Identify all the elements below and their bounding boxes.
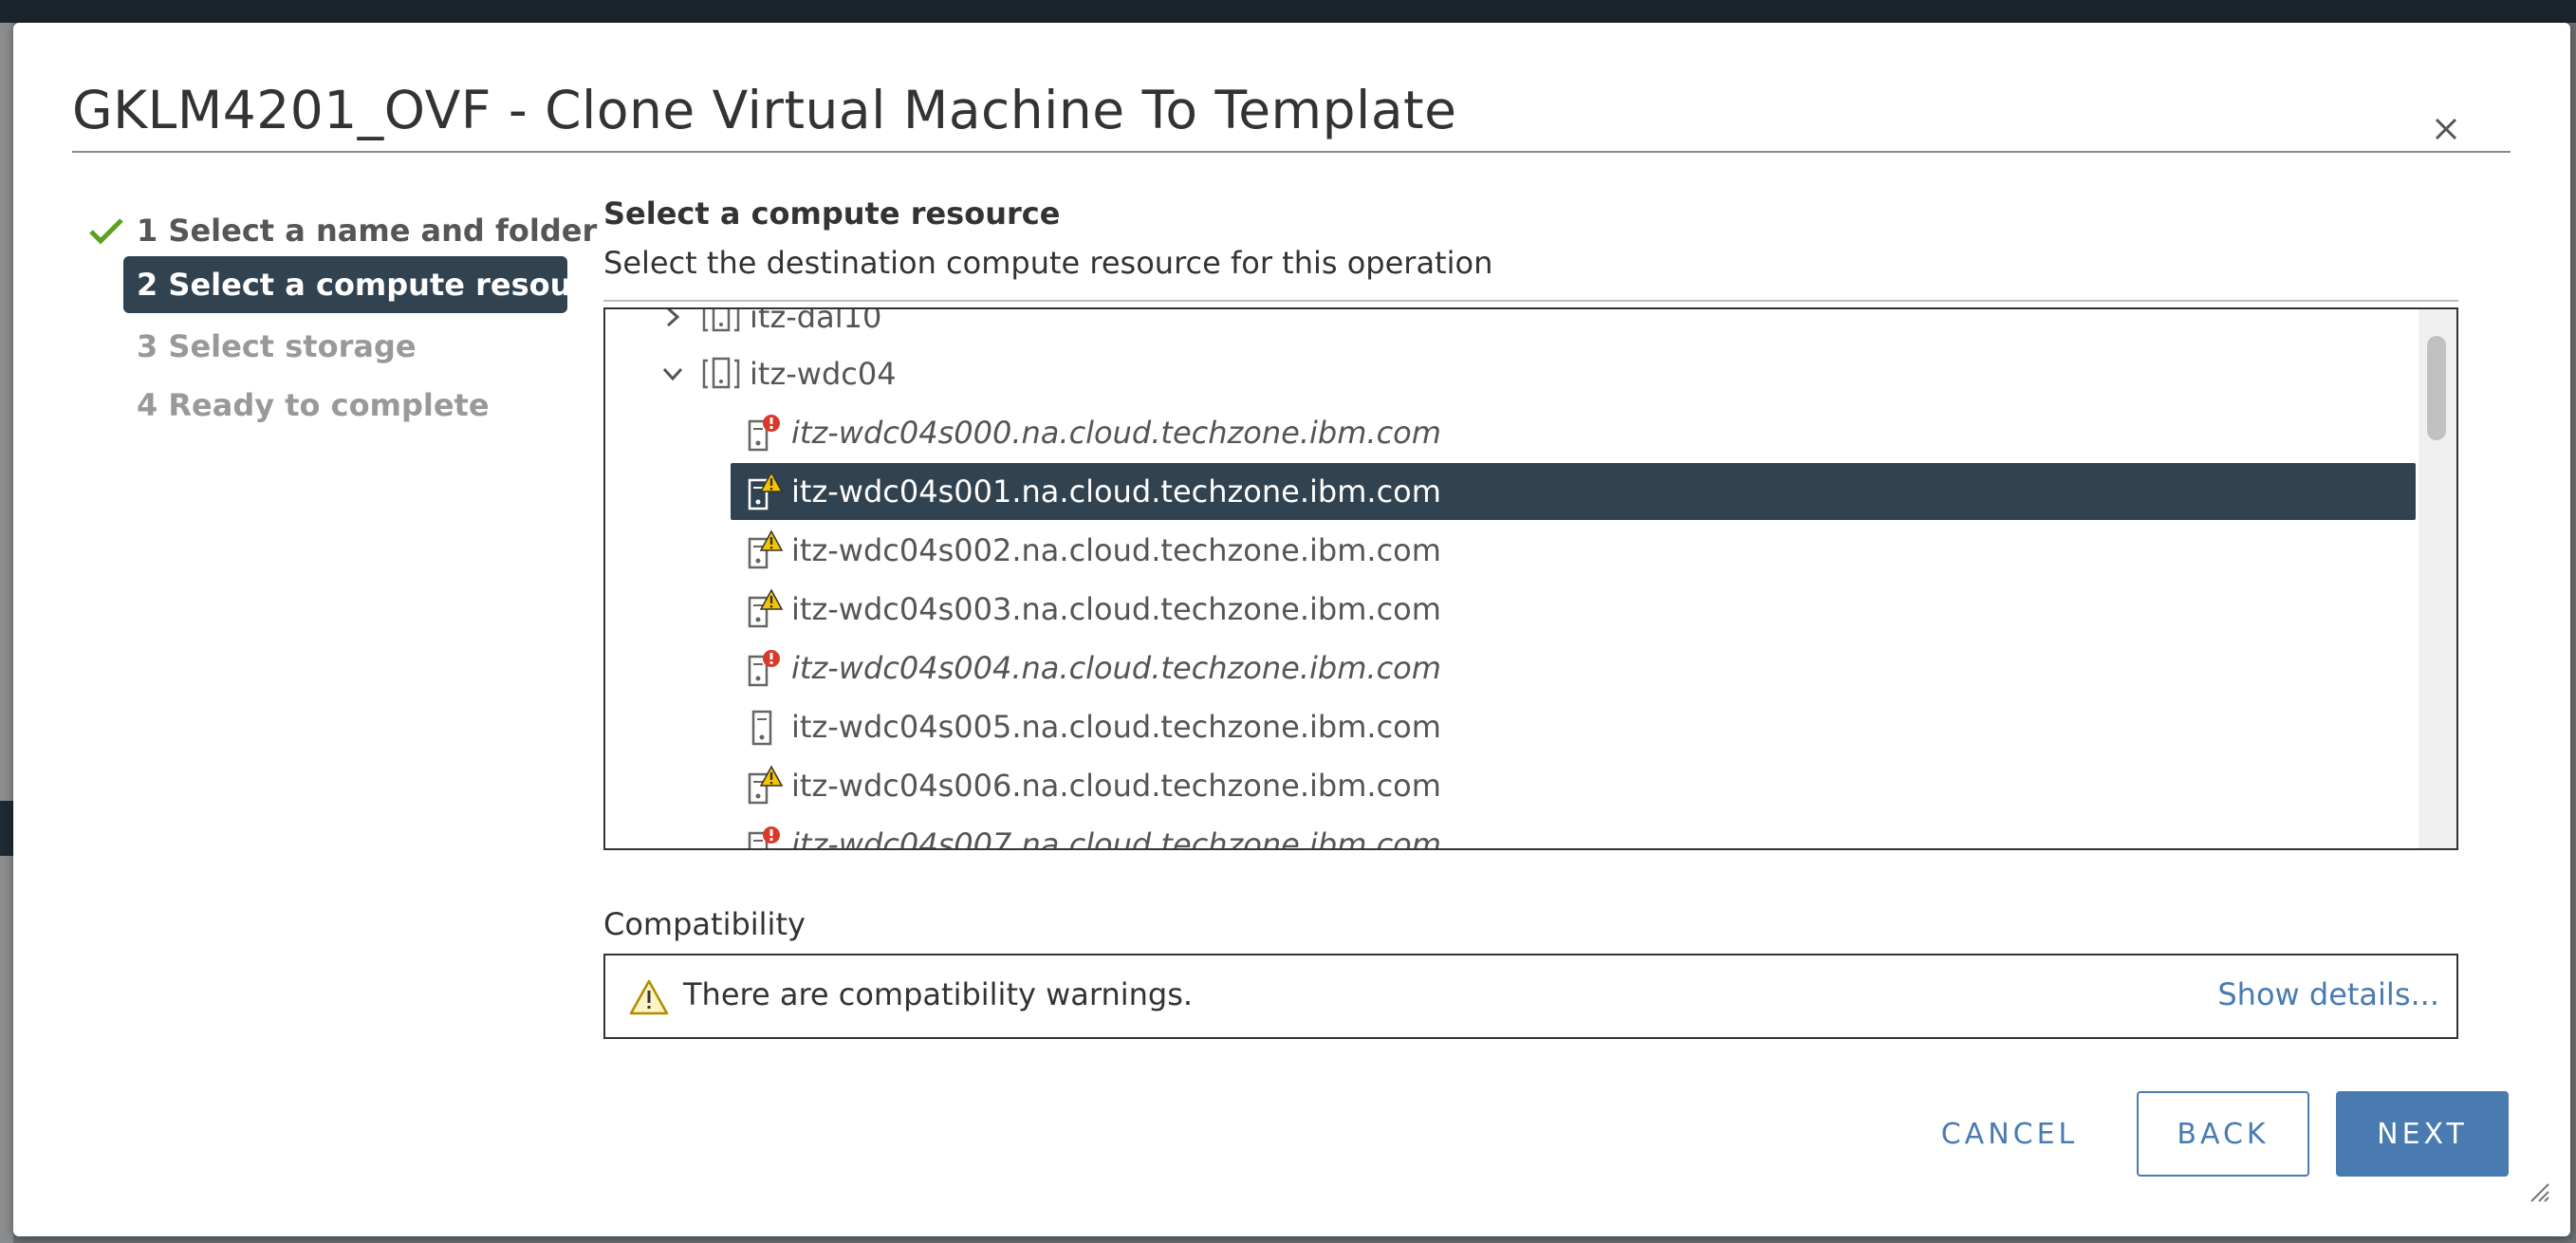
wizard-step-2[interactable]: 2 Select a compute resource (123, 256, 567, 313)
host-warning-icon (748, 765, 784, 805)
host-warning-icon (748, 588, 784, 628)
title-divider (72, 151, 2511, 153)
wizard-step-4: 4 Ready to complete (137, 387, 490, 423)
resize-handle-icon[interactable] (2524, 1177, 2552, 1205)
tree-row-host[interactable]: itz-wdc04s004.na.cloud.techzone.ibm.com (605, 640, 2399, 696)
background-page (0, 23, 13, 1243)
next-button[interactable]: NEXT (2336, 1091, 2509, 1177)
warning-icon (629, 979, 669, 1015)
chevron-right-icon[interactable] (658, 307, 687, 331)
tree-row-label: itz-dal10 (750, 307, 882, 335)
background-element (0, 801, 13, 856)
tree-row-label: itz-wdc04s007.na.cloud.techzone.ibm.com (791, 826, 1441, 850)
dialog-title: GKLM4201_OVF - Clone Virtual Machine To … (72, 80, 1457, 140)
scrollbar-thumb[interactable] (2427, 336, 2446, 440)
tree-row-host[interactable]: itz-wdc04s002.na.cloud.techzone.ibm.com (605, 522, 2399, 579)
host-error-icon (748, 650, 780, 687)
tree-row-label: itz-wdc04 (750, 356, 897, 392)
tree-row-host[interactable]: itz-wdc04s000.na.cloud.techzone.ibm.com (605, 404, 2399, 461)
chevron-down-icon[interactable] (658, 360, 687, 388)
host-warning-icon (748, 471, 784, 510)
cancel-button[interactable]: CANCEL (1915, 1091, 2104, 1177)
tree-row-host[interactable]: itz-wdc04s003.na.cloud.techzone.ibm.com (605, 581, 2399, 638)
tree-row-label: itz-wdc04s002.na.cloud.techzone.ibm.com (791, 532, 1441, 568)
host-warning-icon (748, 529, 784, 569)
page-subtitle: Select the destination compute resource … (603, 245, 1493, 281)
tree-row-label: itz-wdc04s003.na.cloud.techzone.ibm.com (791, 591, 1441, 627)
host-icon (751, 710, 772, 746)
tree-row-label: itz-wdc04s006.na.cloud.techzone.ibm.com (791, 768, 1441, 804)
tree-row-label: itz-wdc04s004.na.cloud.techzone.ibm.com (791, 650, 1441, 686)
tree-row-host[interactable]: itz-wdc04s005.na.cloud.techzone.ibm.com (605, 698, 2399, 755)
tree-row-label: itz-wdc04s000.na.cloud.techzone.ibm.com (791, 415, 1441, 451)
tree-scrollbar[interactable] (2418, 309, 2456, 848)
content-divider (603, 300, 2458, 302)
checkmark-icon (89, 218, 123, 245)
wizard-step-3: 3 Select storage (137, 328, 417, 364)
compute-resource-tree[interactable]: itz-dal10 itz-wdc04 itz-wdc04s000.na.clo… (603, 307, 2458, 850)
show-details-link[interactable]: Show details... (2217, 976, 2439, 1012)
app-header-bar (0, 0, 2576, 23)
tree-row-label: itz-wdc04s001.na.cloud.techzone.ibm.com (791, 473, 1441, 510)
compatibility-message: There are compatibility warnings. (683, 976, 1194, 1012)
tree-row-datacenter[interactable]: itz-dal10 (605, 307, 2399, 345)
tree-row-host-selected[interactable]: itz-wdc04s001.na.cloud.techzone.ibm.com (731, 463, 2416, 520)
tree-row-label: itz-wdc04s005.na.cloud.techzone.ibm.com (791, 709, 1441, 745)
tree-row-datacenter[interactable]: itz-wdc04 (605, 345, 2399, 402)
tree-row-host[interactable]: itz-wdc04s007.na.cloud.techzone.ibm.com (605, 816, 2399, 850)
datacenter-icon (702, 309, 740, 332)
back-button[interactable]: BACK (2137, 1091, 2309, 1177)
host-error-icon (748, 415, 780, 452)
host-error-icon (748, 826, 780, 848)
datacenter-icon (702, 357, 740, 389)
page-title: Select a compute resource (603, 195, 1061, 232)
compatibility-panel: There are compatibility warnings. Show d… (603, 954, 2458, 1039)
close-icon[interactable] (2427, 110, 2465, 148)
compatibility-label: Compatibility (603, 906, 806, 942)
tree-row-host[interactable]: itz-wdc04s006.na.cloud.techzone.ibm.com (605, 757, 2399, 814)
wizard-step-1[interactable]: 1 Select a name and folder (137, 213, 597, 249)
